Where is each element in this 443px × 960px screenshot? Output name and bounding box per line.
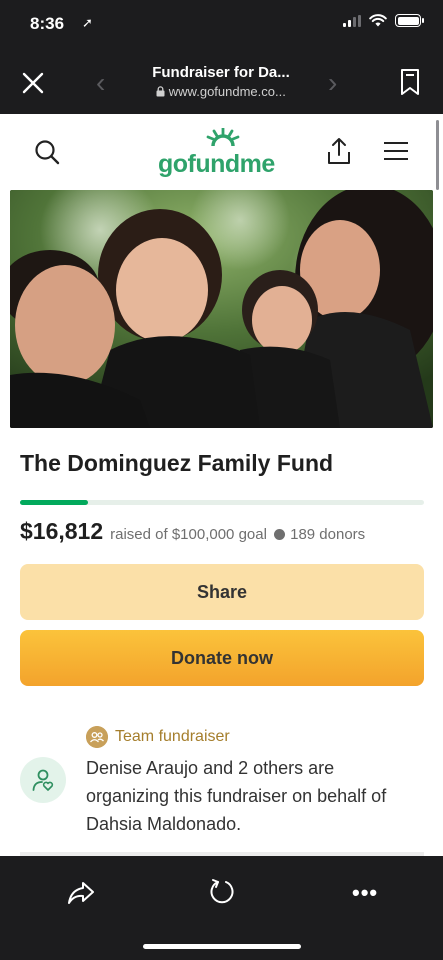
gofundme-logo[interactable]: gofundme	[158, 128, 288, 180]
logo-text: gofundme	[158, 150, 275, 178]
search-icon[interactable]	[34, 139, 60, 165]
address-area[interactable]: Fundraiser for Da... www.gofundme.co...	[130, 64, 312, 99]
browser-nav-bar: ‹ Fundraiser for Da... www.gofundme.co..…	[0, 52, 443, 114]
forward-chevron-icon[interactable]: ›	[328, 69, 337, 97]
bookmark-icon[interactable]	[399, 68, 421, 96]
raised-amount: $16,812	[20, 518, 104, 544]
upload-share-icon[interactable]	[326, 136, 352, 166]
status-time: 8:36	[30, 14, 65, 33]
campaign-hero-photo	[10, 190, 433, 428]
url-text: www.gofundme.co...	[168, 84, 286, 99]
page-title: Fundraiser for Da...	[152, 64, 290, 81]
amount-summary: $16,812 raised of $100,000 goal 189 dono…	[20, 518, 365, 545]
team-fundraiser-label: Team fundraiser	[115, 728, 230, 745]
donor-count-text: 189 donors	[290, 526, 366, 543]
organizer-description: Denise Araujo and 2 others are organizin…	[86, 758, 387, 834]
more-options-icon[interactable]: •••	[352, 880, 378, 906]
battery-icon	[395, 14, 424, 27]
status-bar: 8:36 ➚	[0, 0, 443, 52]
hamburger-menu-icon[interactable]	[384, 141, 408, 161]
cellular-signal-icon	[343, 14, 361, 27]
progress-bar-fill	[20, 500, 88, 505]
donate-button[interactable]: Donate now	[20, 630, 424, 686]
logo-sun-icon	[206, 128, 240, 147]
person-heart-icon	[32, 769, 54, 791]
web-page[interactable]: gofundme The Dominguez Family Fund $16,8…	[0, 114, 443, 856]
browser-toolbar: •••	[0, 856, 443, 960]
progress-bar	[20, 500, 424, 505]
team-icon	[86, 726, 108, 748]
status-indicators	[343, 14, 424, 27]
separator-dot	[273, 529, 285, 540]
team-fundraiser-badge: Team fundraiser	[86, 726, 230, 748]
family-photo	[10, 190, 433, 428]
back-chevron-icon[interactable]: ‹	[96, 69, 105, 97]
url-display: www.gofundme.co...	[130, 84, 312, 99]
site-header: gofundme	[0, 114, 443, 190]
goal-text: raised of $100,000 goal	[110, 526, 267, 543]
reload-icon[interactable]	[207, 876, 237, 906]
lock-icon	[156, 86, 165, 97]
wifi-icon	[369, 14, 387, 27]
close-icon[interactable]	[20, 70, 46, 96]
share-button[interactable]: Share	[20, 564, 424, 620]
organizer-avatar	[20, 757, 66, 803]
location-icon: ➚	[82, 15, 93, 30]
home-indicator[interactable]	[143, 944, 301, 949]
donor-count[interactable]: 189 donors	[273, 526, 366, 543]
campaign-title: The Dominguez Family Fund	[20, 450, 334, 476]
forward-share-icon[interactable]	[66, 878, 96, 908]
